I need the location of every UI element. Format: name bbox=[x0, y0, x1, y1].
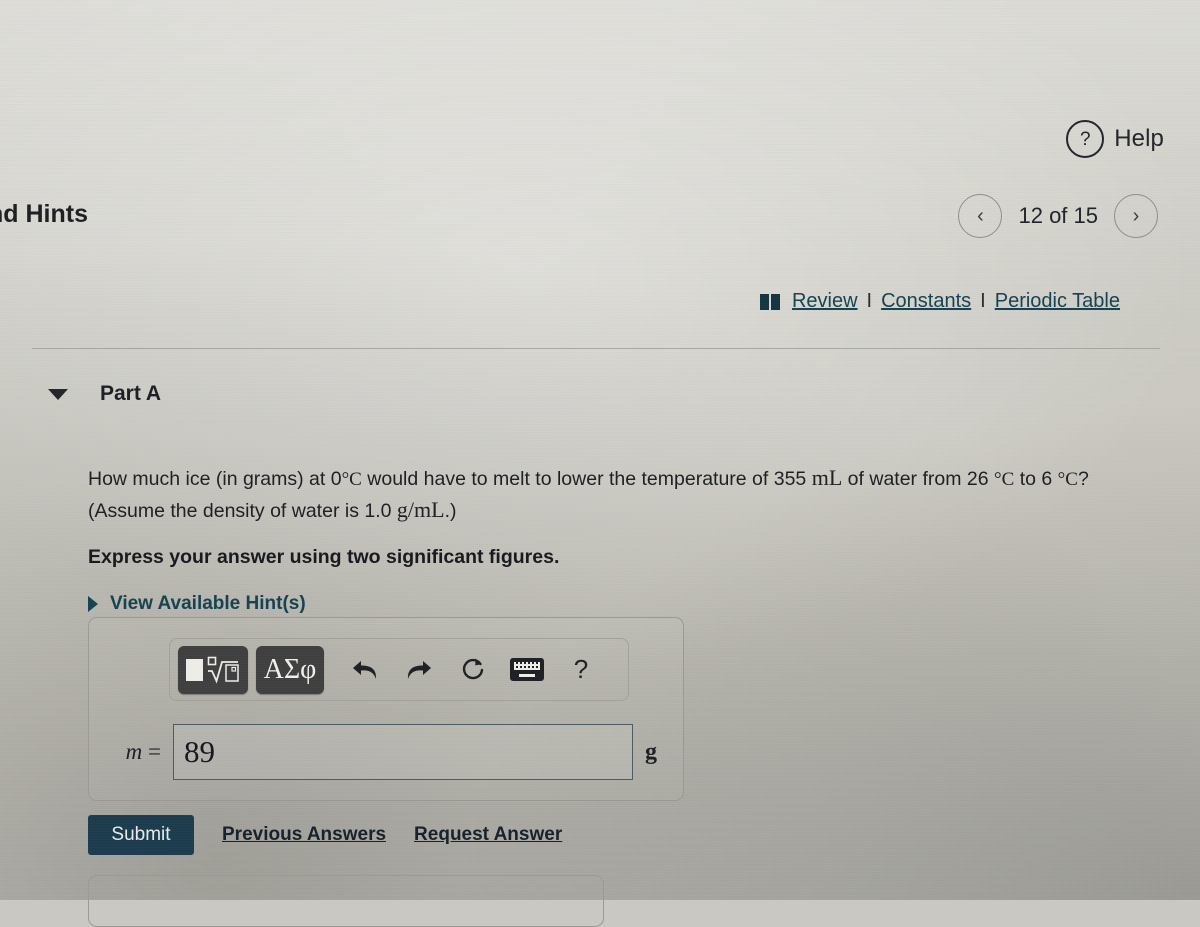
help-button[interactable]: ? Help bbox=[1066, 120, 1164, 158]
page-title: nd Hints bbox=[0, 200, 88, 228]
screen-photo: ? Help nd Hints ‹ 12 of 15 › Review I Co… bbox=[0, 0, 1200, 927]
question-text: How much ice (in grams) at 0°C would hav… bbox=[88, 462, 1148, 526]
constants-link[interactable]: Constants bbox=[881, 290, 971, 313]
keyboard-icon[interactable] bbox=[500, 646, 554, 694]
next-part-panel bbox=[88, 875, 604, 927]
unit-g-per-ml: g/mL bbox=[396, 496, 445, 522]
answer-input[interactable]: 89 bbox=[173, 724, 633, 780]
pager: ‹ 12 of 15 › bbox=[958, 194, 1158, 238]
assignment-header: nd Hints ‹ 12 of 15 › bbox=[0, 194, 1200, 240]
filled-square-icon bbox=[185, 658, 203, 681]
answer-instruction: Express your answer using two significan… bbox=[88, 545, 560, 568]
triangle-down-icon[interactable] bbox=[48, 388, 68, 400]
reset-circle-icon[interactable] bbox=[446, 646, 500, 694]
degc-1: °C bbox=[341, 469, 362, 490]
question-line1-b: would have to melt to lower the temperat… bbox=[361, 468, 812, 490]
redo-arrow-icon[interactable] bbox=[392, 646, 446, 694]
question-line1-c: of water from 26 bbox=[842, 468, 994, 490]
view-hints-label: View Available Hint(s) bbox=[110, 592, 306, 614]
question-line1-d: to 6 bbox=[1014, 468, 1058, 490]
variable-label: m = bbox=[125, 739, 161, 764]
header-divider bbox=[32, 348, 1160, 349]
math-toolbar: ΑΣφ ? bbox=[169, 638, 629, 701]
answer-panel: ΑΣφ ? m = 89 g bbox=[88, 617, 684, 801]
part-a-header[interactable]: Part A bbox=[48, 382, 161, 406]
link-separator-1: I bbox=[866, 290, 873, 312]
degc-2: °C bbox=[994, 469, 1015, 490]
math-template-button[interactable] bbox=[178, 645, 248, 694]
link-separator-2: I bbox=[980, 290, 986, 312]
question-line2-b: .) bbox=[444, 499, 457, 522]
open-book-icon bbox=[759, 293, 780, 310]
review-link[interactable]: Review bbox=[792, 290, 858, 313]
nth-root-icon bbox=[207, 656, 239, 684]
degc-3: °C bbox=[1057, 469, 1078, 490]
resource-links: Review I Constants I Periodic Table bbox=[759, 290, 1120, 313]
answer-input-row: m = 89 g bbox=[109, 724, 669, 780]
answer-actions: Submit Previous Answers Request Answer bbox=[88, 815, 562, 855]
help-label: Help bbox=[1114, 125, 1164, 152]
view-hints-toggle[interactable]: View Available Hint(s) bbox=[88, 593, 1148, 615]
greek-symbols-button[interactable]: ΑΣφ bbox=[256, 645, 324, 694]
answer-unit-label: g bbox=[645, 738, 657, 765]
chevron-left-icon[interactable]: ‹ bbox=[958, 194, 1003, 238]
triangle-right-icon bbox=[88, 595, 98, 612]
question-circle-icon: ? bbox=[1066, 120, 1105, 158]
part-a-label: Part A bbox=[100, 382, 162, 405]
pager-count: 12 of 15 bbox=[1018, 203, 1098, 228]
chevron-right-icon[interactable]: › bbox=[1114, 194, 1158, 238]
unit-ml: mL bbox=[811, 465, 843, 490]
undo-arrow-icon[interactable] bbox=[338, 646, 392, 694]
screen-glare bbox=[0, 0, 1200, 320]
periodic-table-link[interactable]: Periodic Table bbox=[995, 290, 1120, 313]
request-answer-link[interactable]: Request Answer bbox=[414, 824, 562, 846]
previous-answers-link[interactable]: Previous Answers bbox=[222, 824, 386, 846]
question-body: How much ice (in grams) at 0°C would hav… bbox=[88, 462, 1148, 615]
toolbar-help-icon[interactable]: ? bbox=[554, 646, 608, 694]
question-line2-a: (Assume the density of water is 1.0 bbox=[88, 499, 397, 522]
submit-button[interactable]: Submit bbox=[88, 815, 194, 855]
question-line1-a: How much ice (in grams) at 0 bbox=[88, 468, 342, 490]
question-line1-e: ? bbox=[1077, 468, 1089, 490]
